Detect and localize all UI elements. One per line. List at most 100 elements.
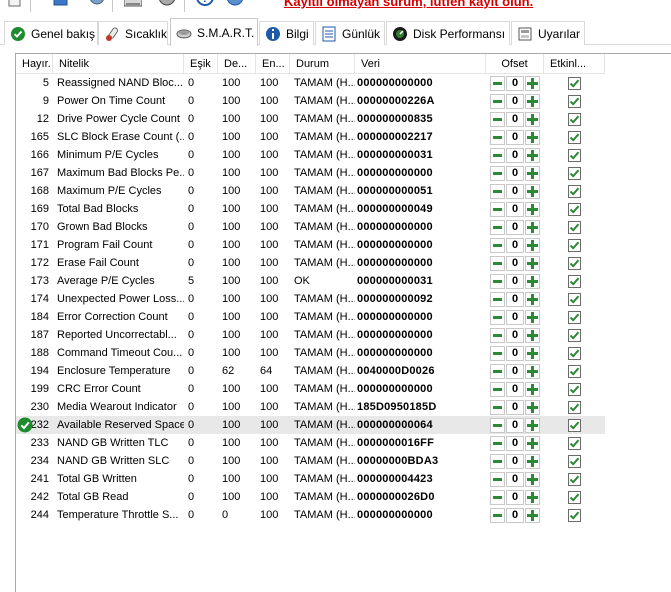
- offset-decrement-button[interactable]: [490, 489, 505, 505]
- offset-increment-button[interactable]: [525, 219, 540, 235]
- offset-increment-button[interactable]: [525, 201, 540, 217]
- tab-overview[interactable]: Genel bakış: [4, 21, 98, 45]
- offset-decrement-button[interactable]: [490, 255, 505, 271]
- enabled-checkbox[interactable]: [568, 364, 581, 378]
- enabled-checkbox[interactable]: [568, 310, 581, 324]
- enabled-checkbox[interactable]: [568, 274, 581, 288]
- offset-increment-button[interactable]: [525, 237, 540, 253]
- offset-value[interactable]: 0: [506, 219, 524, 235]
- tab-log[interactable]: Günlük: [315, 21, 385, 45]
- offset-decrement-button[interactable]: [490, 345, 505, 361]
- offset-increment-button[interactable]: [525, 345, 540, 361]
- offset-value[interactable]: 0: [506, 183, 524, 199]
- enabled-checkbox[interactable]: [568, 346, 581, 360]
- table-row[interactable]: 187 Reported Uncorrectabl... 0 100 100 T…: [16, 326, 605, 344]
- offset-value[interactable]: 0: [506, 435, 524, 451]
- offset-value[interactable]: 0: [506, 309, 524, 325]
- offset-decrement-button[interactable]: [490, 309, 505, 325]
- enabled-checkbox[interactable]: [568, 184, 581, 198]
- offset-decrement-button[interactable]: [490, 471, 505, 487]
- enabled-checkbox[interactable]: [568, 202, 581, 216]
- copy-icon[interactable]: [52, 0, 70, 10]
- column-header-data[interactable]: Veri: [355, 54, 486, 74]
- offset-decrement-button[interactable]: [490, 381, 505, 397]
- offset-increment-button[interactable]: [525, 453, 540, 469]
- offset-increment-button[interactable]: [525, 183, 540, 199]
- offset-value[interactable]: 0: [506, 507, 524, 523]
- column-header-id[interactable]: Hayır.: [16, 54, 53, 74]
- offset-value[interactable]: 0: [506, 75, 524, 91]
- table-row[interactable]: 171 Program Fail Count 0 100 100 TAMAM (…: [16, 236, 605, 254]
- offset-decrement-button[interactable]: [490, 453, 505, 469]
- offset-increment-button[interactable]: [525, 129, 540, 145]
- table-row[interactable]: 5 Reassigned NAND Bloc... 0 100 100 TAMA…: [16, 74, 605, 92]
- enabled-checkbox[interactable]: [568, 454, 581, 468]
- offset-decrement-button[interactable]: [490, 93, 505, 109]
- offset-value[interactable]: 0: [506, 417, 524, 433]
- offset-increment-button[interactable]: [525, 75, 540, 91]
- offset-value[interactable]: 0: [506, 345, 524, 361]
- offset-decrement-button[interactable]: [490, 201, 505, 217]
- document-icon[interactable]: [6, 0, 24, 10]
- table-row[interactable]: 165 SLC Block Erase Count (... 0 100 100…: [16, 128, 605, 146]
- offset-increment-button[interactable]: [525, 381, 540, 397]
- table-row[interactable]: 167 Maximum Bad Blocks Pe... 0 100 100 T…: [16, 164, 605, 182]
- offset-increment-button[interactable]: [525, 363, 540, 379]
- offset-increment-button[interactable]: [525, 273, 540, 289]
- help-icon[interactable]: ?: [196, 0, 214, 10]
- offset-increment-button[interactable]: [525, 93, 540, 109]
- offset-decrement-button[interactable]: [490, 399, 505, 415]
- enabled-checkbox[interactable]: [568, 220, 581, 234]
- offset-decrement-button[interactable]: [490, 165, 505, 181]
- keyboard-icon[interactable]: [124, 0, 142, 10]
- offset-decrement-button[interactable]: [490, 507, 505, 523]
- column-header-offset[interactable]: Ofset: [486, 54, 544, 74]
- table-row[interactable]: 166 Minimum P/E Cycles 0 100 100 TAMAM (…: [16, 146, 605, 164]
- table-row[interactable]: 170 Grown Bad Blocks 0 100 100 TAMAM (H.…: [16, 218, 605, 236]
- enabled-checkbox[interactable]: [568, 382, 581, 396]
- table-row[interactable]: 242 Total GB Read 0 100 100 TAMAM (H... …: [16, 488, 605, 506]
- offset-value[interactable]: 0: [506, 471, 524, 487]
- offset-value[interactable]: 0: [506, 273, 524, 289]
- offset-value[interactable]: 0: [506, 129, 524, 145]
- enabled-checkbox[interactable]: [568, 238, 581, 252]
- offset-increment-button[interactable]: [525, 507, 540, 523]
- offset-decrement-button[interactable]: [490, 291, 505, 307]
- offset-decrement-button[interactable]: [490, 147, 505, 163]
- offset-increment-button[interactable]: [525, 291, 540, 307]
- offset-increment-button[interactable]: [525, 471, 540, 487]
- enabled-checkbox[interactable]: [568, 256, 581, 270]
- enabled-checkbox[interactable]: [568, 130, 581, 144]
- offset-increment-button[interactable]: [525, 165, 540, 181]
- tab-temperature[interactable]: Sıcaklık: [98, 21, 168, 45]
- table-row[interactable]: 169 Total Bad Blocks 0 100 100 TAMAM (H.…: [16, 200, 605, 218]
- offset-value[interactable]: 0: [506, 147, 524, 163]
- table-row[interactable]: 168 Maximum P/E Cycles 0 100 100 TAMAM (…: [16, 182, 605, 200]
- offset-value[interactable]: 0: [506, 255, 524, 271]
- offset-value[interactable]: 0: [506, 201, 524, 217]
- offset-value[interactable]: 0: [506, 453, 524, 469]
- offset-value[interactable]: 0: [506, 489, 524, 505]
- column-header-attribute[interactable]: Nitelik: [53, 54, 184, 74]
- registration-banner[interactable]: Kayıtlı olmayan sürüm, lütfen kayıt olun…: [284, 0, 533, 9]
- column-header-threshold[interactable]: Eşik: [184, 54, 218, 74]
- offset-decrement-button[interactable]: [490, 273, 505, 289]
- enabled-checkbox[interactable]: [568, 400, 581, 414]
- column-header-status[interactable]: Durum: [290, 54, 355, 74]
- table-row[interactable]: 234 NAND GB Written SLC 0 100 100 TAMAM …: [16, 452, 605, 470]
- enabled-checkbox[interactable]: [568, 490, 581, 504]
- enabled-checkbox[interactable]: [568, 166, 581, 180]
- enabled-checkbox[interactable]: [568, 94, 581, 108]
- table-row[interactable]: 232 Available Reserved Space 0 100 100 T…: [16, 416, 605, 434]
- enabled-checkbox[interactable]: [568, 418, 581, 432]
- enabled-checkbox[interactable]: [568, 472, 581, 486]
- enabled-checkbox[interactable]: [568, 148, 581, 162]
- tab-smart[interactable]: S.M.A.R.T.: [170, 18, 258, 46]
- enabled-checkbox[interactable]: [568, 112, 581, 126]
- table-row[interactable]: 172 Erase Fail Count 0 100 100 TAMAM (H.…: [16, 254, 605, 272]
- table-row[interactable]: 230 Media Wearout Indicator 0 100 100 TA…: [16, 398, 605, 416]
- table-row[interactable]: 9 Power On Time Count 0 100 100 TAMAM (H…: [16, 92, 605, 110]
- tab-info[interactable]: Bilgi: [259, 21, 314, 45]
- offset-increment-button[interactable]: [525, 435, 540, 451]
- offset-decrement-button[interactable]: [490, 327, 505, 343]
